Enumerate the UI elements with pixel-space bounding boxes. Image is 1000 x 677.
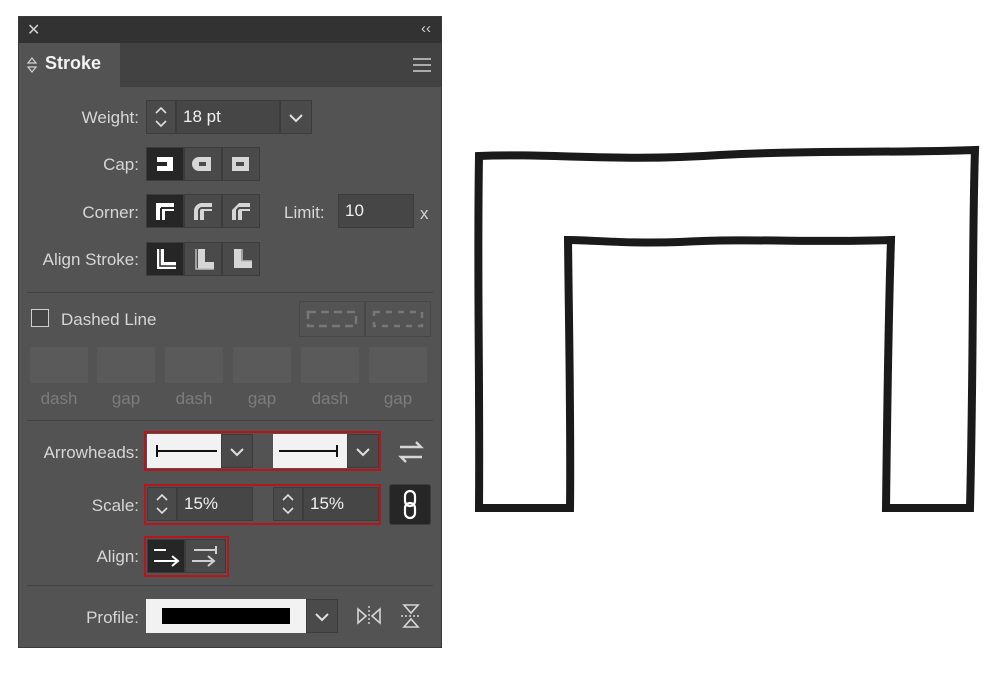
end-scale-stepper[interactable] [273, 487, 303, 521]
start-scale-stepper[interactable] [147, 487, 177, 521]
close-icon[interactable]: ✕ [27, 20, 40, 40]
stroke-panel: ✕ ‹‹ Stroke Weight: 18 pt Cap: Corner: L… [18, 16, 442, 648]
gap-field-3[interactable] [369, 347, 427, 383]
separator [27, 585, 433, 586]
gap-field-1[interactable] [97, 347, 155, 383]
swap-arrows-icon[interactable] [397, 439, 425, 465]
place-arrow-icon [192, 546, 217, 567]
line-start-icon [156, 445, 217, 457]
limit-label: Limit: [284, 203, 325, 222]
butt-cap-button[interactable] [146, 147, 184, 181]
tab-stroke[interactable]: Stroke [19, 43, 120, 87]
place-arrow-button[interactable] [185, 539, 226, 573]
end-arrowhead-select[interactable] [273, 434, 347, 468]
weight-dropdown[interactable] [280, 100, 312, 134]
line-end-icon [279, 445, 338, 457]
align-center-icon [157, 249, 176, 269]
weight-stepper[interactable] [146, 100, 176, 134]
extend-arrow-button[interactable] [147, 539, 185, 573]
stroked-arch-shape[interactable] [474, 145, 980, 512]
flip-horizontal-icon[interactable] [356, 604, 382, 628]
start-arrowhead-dropdown[interactable] [221, 434, 253, 468]
gap-field-2[interactable] [233, 347, 291, 383]
limit-unit: x [420, 204, 429, 223]
dash-label-2: dash [175, 389, 213, 408]
limit-input[interactable]: 10 [338, 194, 414, 228]
miter-join-button[interactable] [146, 194, 184, 228]
bevel-join-button[interactable] [222, 194, 260, 228]
arrowheads-label: Arrowheads: [43, 443, 139, 462]
dashed-line-checkbox[interactable] [31, 309, 49, 327]
dash-align-icon [372, 310, 424, 328]
dash-label-1: dash [40, 389, 78, 408]
link-scale-button[interactable] [389, 484, 431, 525]
corner-label: Corner: [82, 203, 139, 222]
start-arrowhead-select[interactable] [147, 434, 221, 468]
align-inside-button[interactable] [184, 242, 222, 276]
end-arrowhead-dropdown[interactable] [347, 434, 379, 468]
round-cap-icon [192, 157, 211, 171]
dash-field-1[interactable] [30, 347, 88, 383]
butt-cap-icon [157, 157, 173, 171]
end-scale-input[interactable]: 15% [303, 487, 379, 521]
link-icon [403, 489, 417, 520]
collapse-icon[interactable]: ‹‹ [421, 20, 431, 37]
separator [27, 420, 433, 421]
gap-label-2: gap [247, 389, 277, 408]
align-dash-button[interactable] [365, 301, 431, 337]
scale-label: Scale: [91, 496, 139, 515]
projecting-cap-button[interactable] [222, 147, 260, 181]
panel-titlebar: ✕ ‹‹ [19, 17, 441, 43]
align-outside-icon [234, 249, 252, 268]
dash-label-3: dash [311, 389, 349, 408]
cap-label: Cap: [103, 155, 139, 174]
miter-join-icon [156, 203, 174, 220]
align-center-button[interactable] [146, 242, 184, 276]
align-inside-icon [195, 249, 214, 270]
projecting-cap-icon [232, 157, 249, 171]
expand-toggle-icon[interactable] [27, 57, 37, 73]
gap-label-1: gap [111, 389, 141, 408]
tab-row: Stroke [19, 43, 441, 87]
align-outside-button[interactable] [222, 242, 260, 276]
align-stroke-label: Align Stroke: [42, 250, 139, 269]
separator [27, 292, 433, 293]
preserve-dash-button[interactable] [299, 301, 365, 337]
hamburger-icon[interactable] [413, 58, 431, 72]
dash-field-2[interactable] [165, 347, 223, 383]
bevel-join-icon [232, 203, 250, 220]
align-label: Align: [96, 547, 139, 566]
flip-vertical-icon[interactable] [399, 602, 423, 630]
weight-input[interactable]: 18 pt [176, 100, 280, 134]
profile-label: Profile: [86, 608, 139, 627]
round-join-icon [194, 203, 212, 220]
round-join-button[interactable] [184, 194, 222, 228]
artboard-canvas [474, 145, 980, 512]
profile-preview [162, 608, 290, 624]
profile-select[interactable] [146, 599, 306, 633]
round-cap-button[interactable] [184, 147, 222, 181]
start-scale-input[interactable]: 15% [177, 487, 253, 521]
dash-field-3[interactable] [301, 347, 359, 383]
gap-label-3: gap [383, 389, 413, 408]
extend-arrow-icon [154, 549, 180, 567]
dashed-line-label: Dashed Line [61, 310, 157, 329]
profile-dropdown[interactable] [306, 599, 338, 633]
tab-title: Stroke [45, 53, 102, 73]
dash-preserve-icon [306, 310, 358, 328]
weight-label: Weight: [81, 108, 139, 127]
